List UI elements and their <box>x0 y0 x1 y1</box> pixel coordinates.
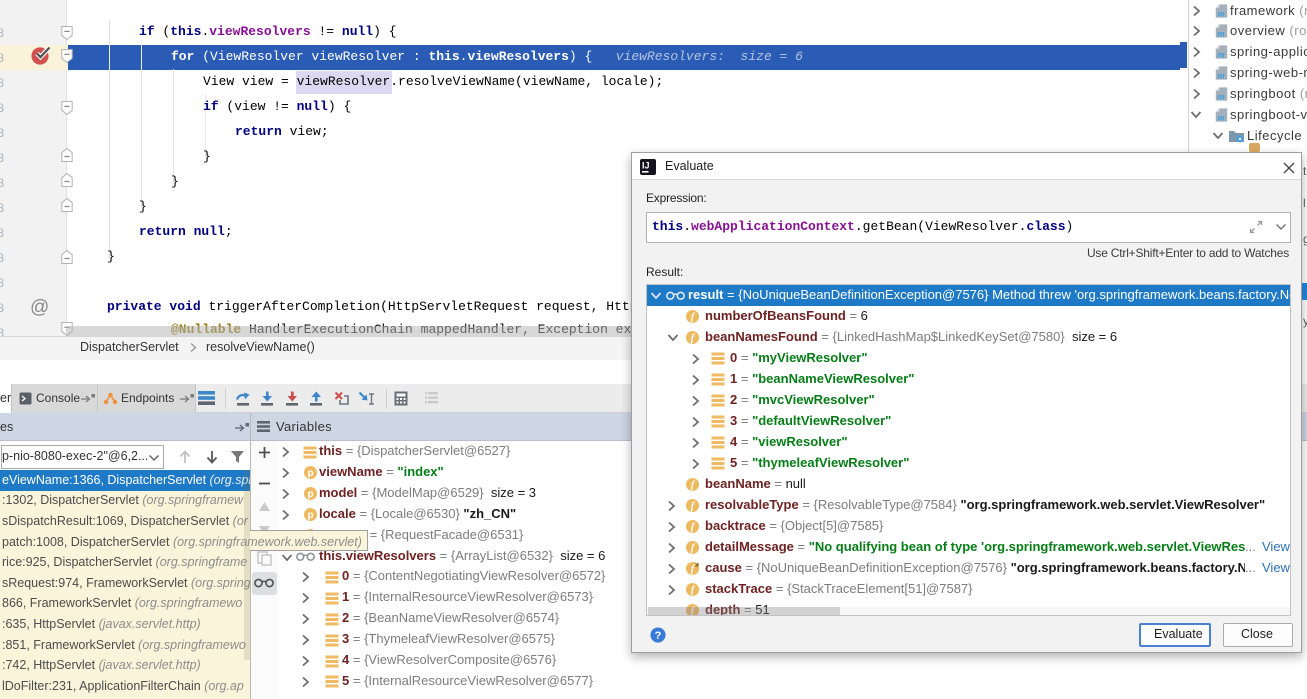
svg-text:IJ: IJ <box>642 161 650 171</box>
svg-text:m: m <box>1217 29 1225 40</box>
svg-text:m: m <box>1217 8 1225 19</box>
svg-text:p: p <box>307 468 313 479</box>
svg-text:m: m <box>1217 50 1225 61</box>
svg-text:p: p <box>307 510 313 521</box>
svg-text:?: ? <box>655 630 662 642</box>
svg-text:p: p <box>307 489 313 500</box>
svg-text:m: m <box>1217 112 1225 123</box>
svg-text:m: m <box>1217 70 1225 81</box>
svg-text:m: m <box>1217 91 1225 102</box>
